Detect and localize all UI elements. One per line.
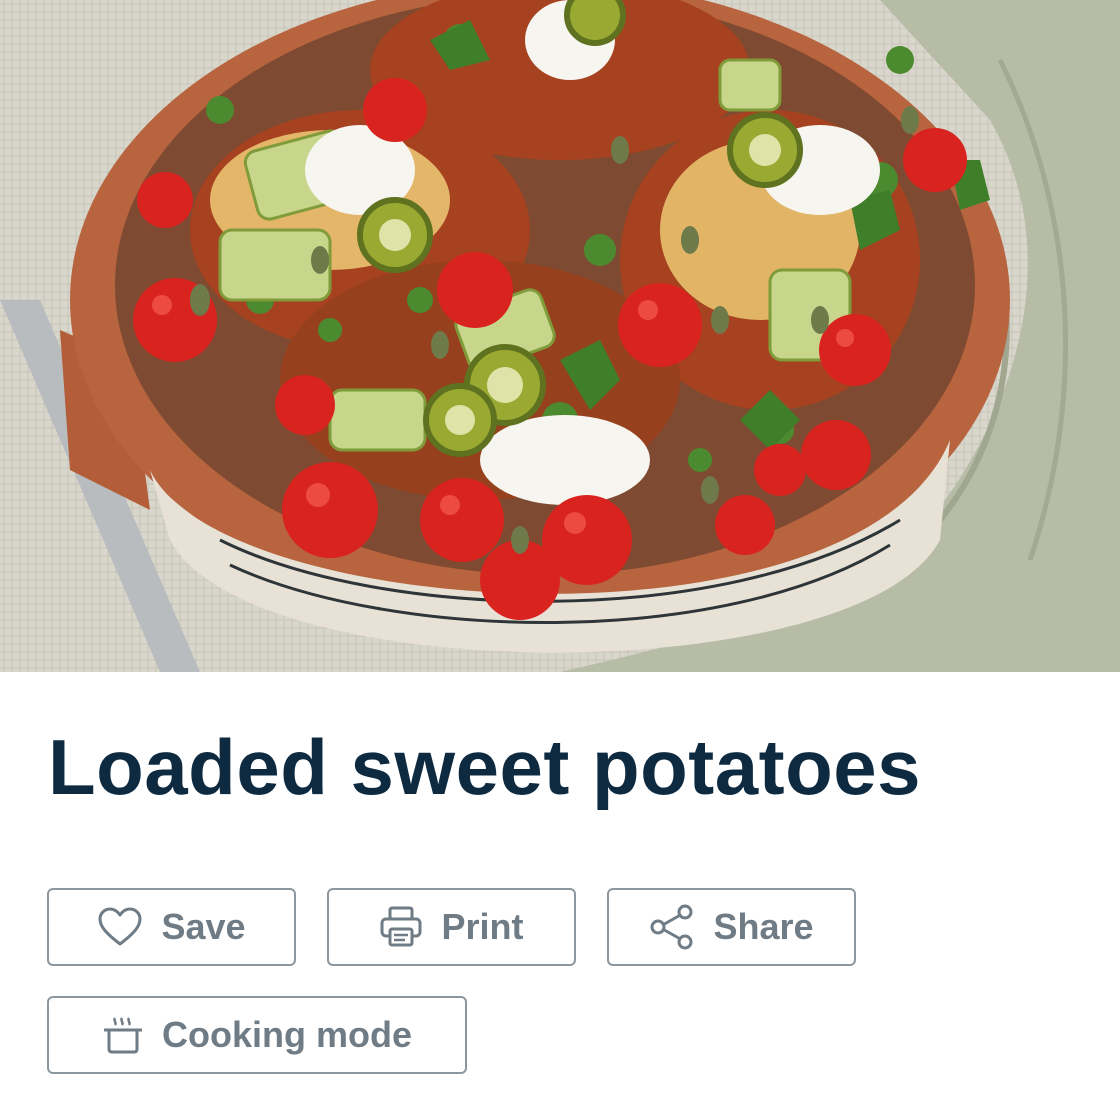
print-label: Print xyxy=(441,906,524,947)
recipe-title: Loaded sweet potatoes xyxy=(48,723,921,811)
cooking-mode-button[interactable]: Cooking mode xyxy=(47,996,467,1074)
print-button[interactable]: Print xyxy=(327,888,576,966)
heart-icon xyxy=(98,907,142,946)
share-button[interactable]: Share xyxy=(607,888,856,966)
share-icon xyxy=(650,904,693,950)
share-label: Share xyxy=(713,906,814,947)
cooking-mode-label: Cooking mode xyxy=(162,1014,412,1055)
cooking-pot-icon xyxy=(104,1017,142,1054)
save-button[interactable]: Save xyxy=(47,888,296,966)
save-label: Save xyxy=(161,906,246,947)
printer-icon xyxy=(380,906,422,947)
recipe-photo xyxy=(0,0,1120,672)
